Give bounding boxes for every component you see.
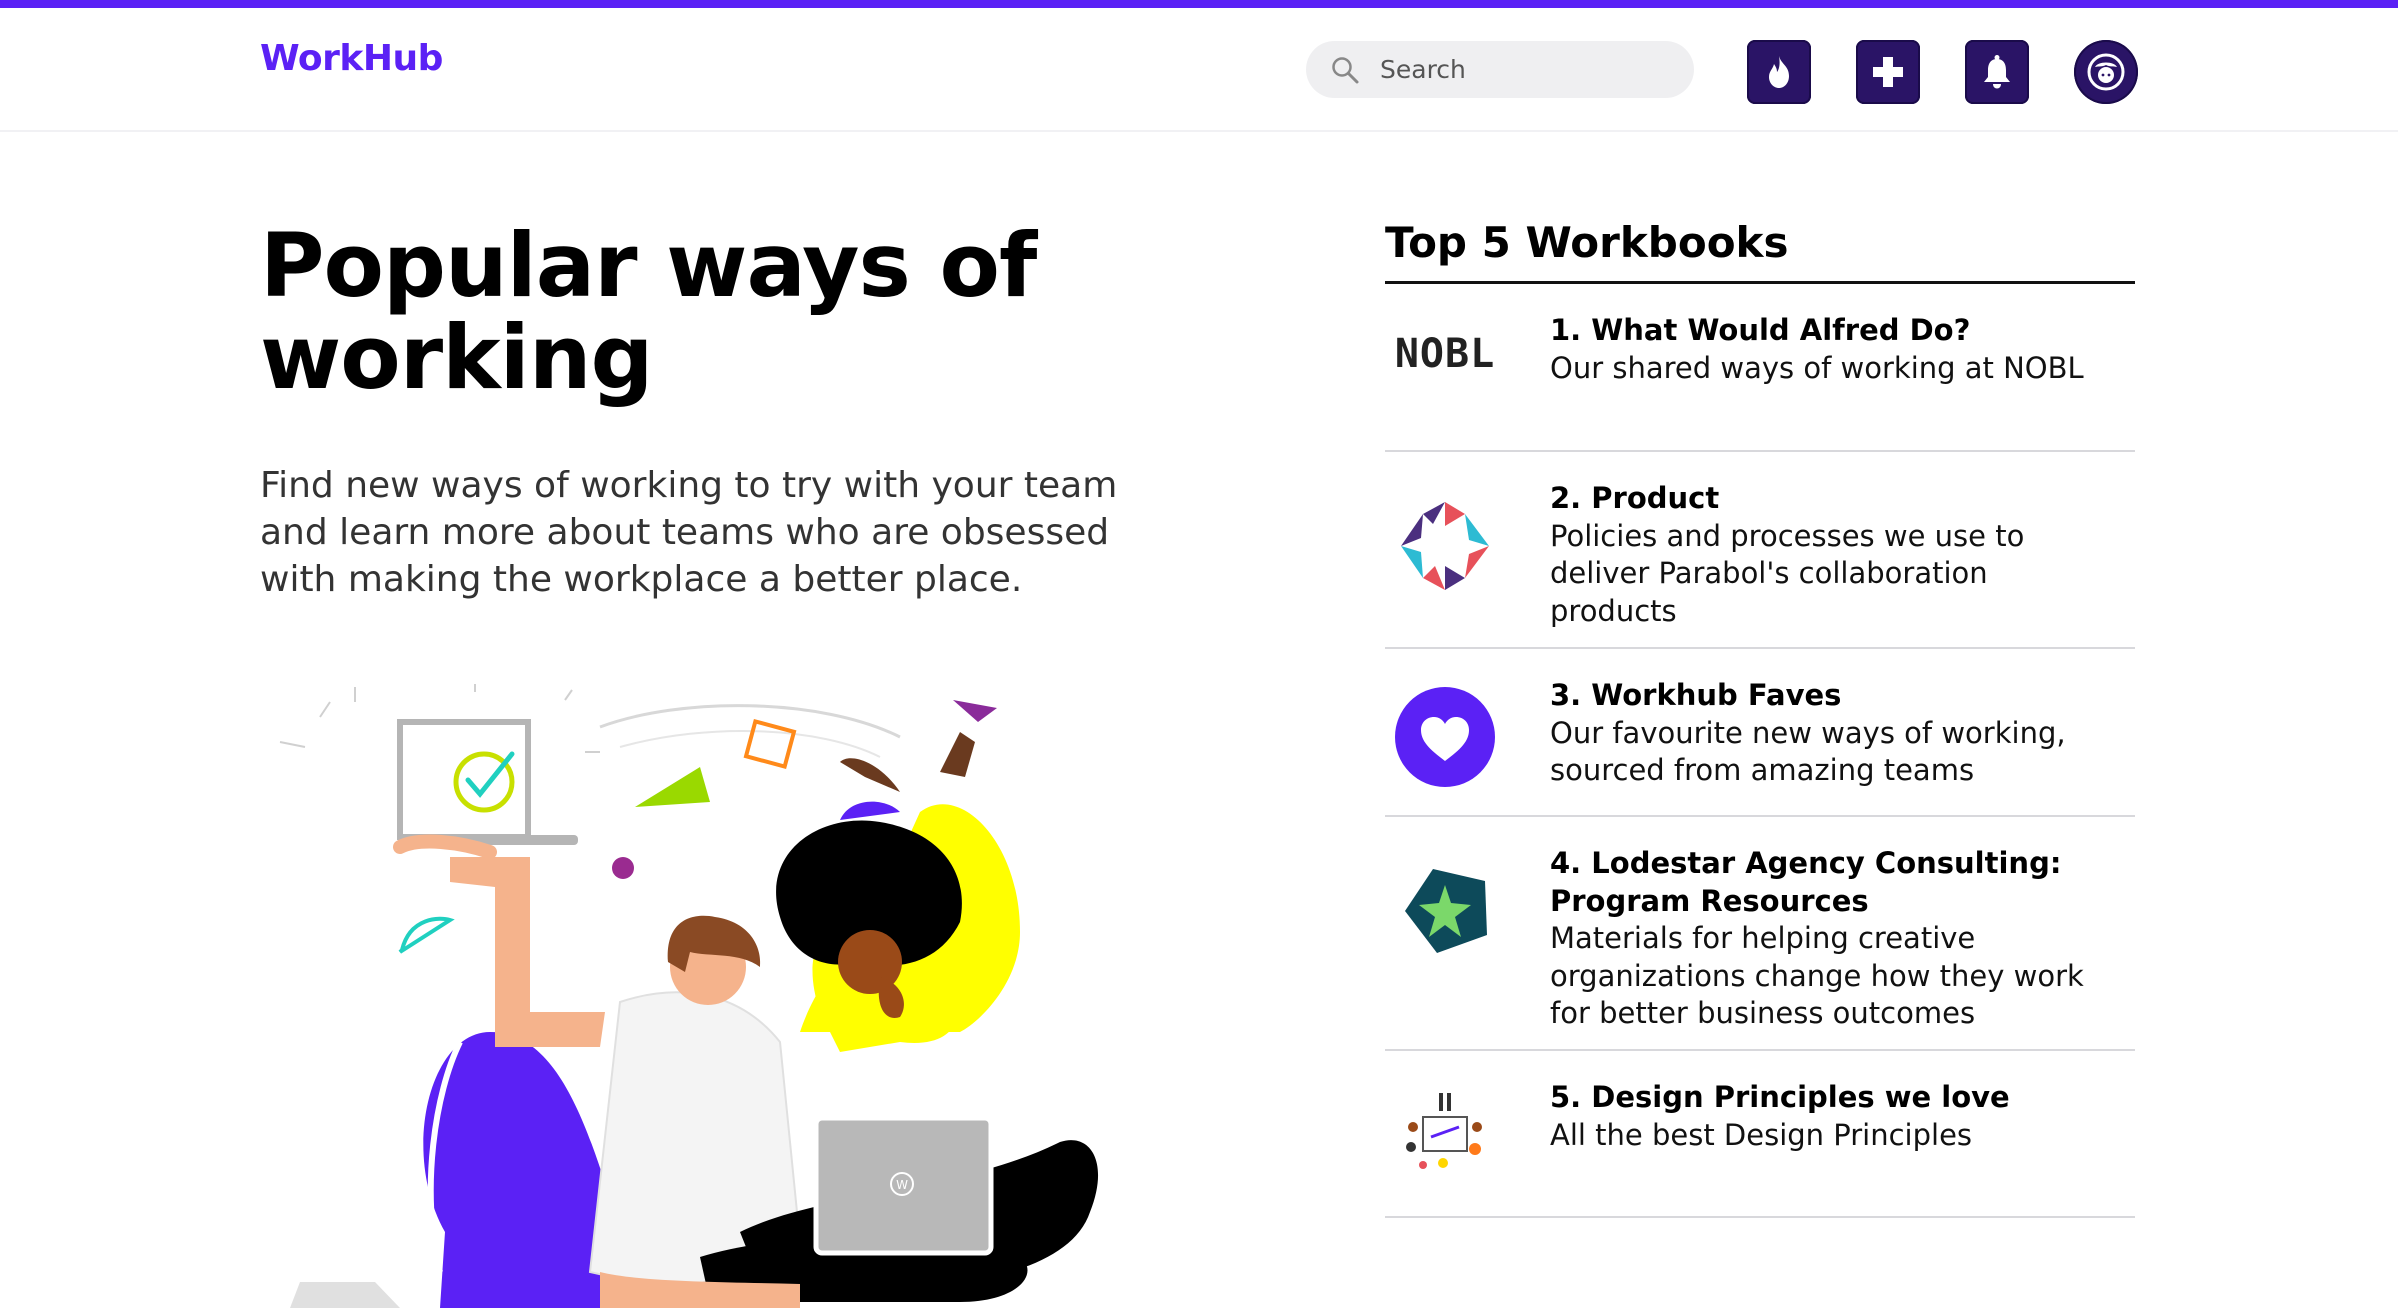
top-workbooks-title: Top 5 Workbooks <box>1385 218 2135 284</box>
nobl-logo: NOBL <box>1393 302 1497 406</box>
laptop-badge-text: W <box>896 1178 908 1192</box>
brand-top-bar <box>0 0 2398 8</box>
flame-icon <box>1769 56 1789 88</box>
workbook-item-4[interactable]: 4. Lodestar Agency Consulting: Program R… <box>1385 817 2135 1051</box>
workbook-item-5[interactable]: 5. Design Principles we love All the bes… <box>1385 1051 2135 1218</box>
create-button[interactable] <box>1856 40 1920 104</box>
workbook-title[interactable]: 4. Lodestar Agency Consulting: Program R… <box>1550 845 2110 920</box>
workbook-description: Our favourite new ways of working, sourc… <box>1550 715 2066 788</box>
avatar-icon <box>2087 53 2125 91</box>
workbook-item-2[interactable]: 2. Product Policies and processes we use… <box>1385 452 2135 649</box>
search-box[interactable] <box>1306 41 1694 98</box>
doodle-logo-icon <box>1393 1087 1497 1191</box>
plus-icon <box>1873 57 1903 87</box>
workbook-description: Policies and processes we use to deliver… <box>1550 518 2025 628</box>
profile-button[interactable] <box>2074 40 2138 104</box>
heart-logo-icon <box>1393 685 1497 789</box>
workbook-description: Our shared ways of working at NOBL <box>1550 350 2084 385</box>
workbook-title[interactable]: 5. Design Principles we love <box>1550 1079 2110 1117</box>
notifications-button[interactable] <box>1965 40 2029 104</box>
bell-icon <box>1984 55 2010 89</box>
trending-button[interactable] <box>1747 40 1811 104</box>
workhub-logo[interactable]: WorkHub <box>260 38 443 79</box>
header: WorkHub <box>0 8 2398 132</box>
workbook-title[interactable]: 2. Product <box>1550 480 2110 518</box>
top-workbooks-panel: Top 5 Workbooks NOBL 1. What Would Alfre… <box>1385 218 2135 1218</box>
workbook-item-1[interactable]: NOBL 1. What Would Alfred Do? Our shared… <box>1385 284 2135 452</box>
search-icon <box>1332 56 1359 83</box>
nobl-logo-text: NOBL <box>1394 331 1496 377</box>
workbook-title[interactable]: 1. What Would Alfred Do? <box>1550 312 2110 350</box>
collaboration-illustration: W <box>279 684 1099 1308</box>
workbook-item-3[interactable]: 3. Workhub Faves Our favourite new ways … <box>1385 649 2135 817</box>
page-subtitle: Find new ways of working to try with you… <box>260 465 1118 600</box>
parabol-logo-icon <box>1393 494 1497 598</box>
search-input[interactable] <box>1380 55 1680 84</box>
workbook-description: All the best Design Principles <box>1550 1117 1973 1152</box>
page-title: Popular ways of working <box>260 214 1037 409</box>
workbook-description: Materials for helping creative organizat… <box>1550 921 2084 1030</box>
star-logo-icon <box>1393 859 1497 963</box>
workbook-title[interactable]: 3. Workhub Faves <box>1550 677 2110 715</box>
